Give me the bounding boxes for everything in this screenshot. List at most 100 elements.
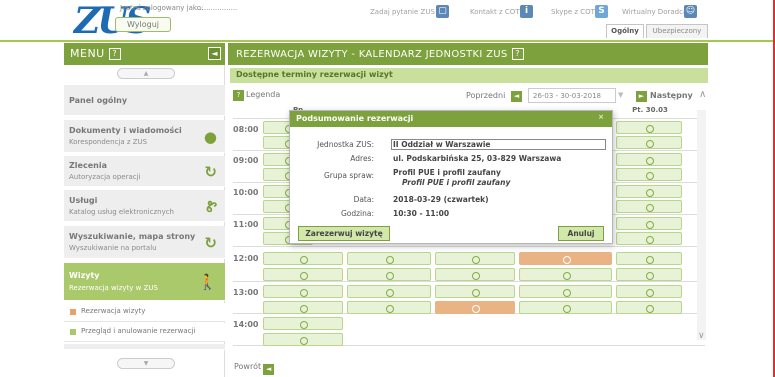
collapse-menu-button[interactable]: ◄ <box>208 47 221 60</box>
info-icon[interactable]: i <box>520 5 533 18</box>
time-slot-booked[interactable] <box>435 301 515 314</box>
dialog-title: Podsumowanie rezerwacji <box>296 114 414 123</box>
contact-cot-link[interactable]: Kontakt z COT <box>470 8 520 16</box>
sidebar-item-sublabel: Korespondencja z ZUS <box>69 138 148 146</box>
reserve-visit-button[interactable]: Zarezerwuj wizytę <box>298 226 390 241</box>
time-slot[interactable] <box>616 136 682 149</box>
ask-question-link[interactable]: Zadaj pytanie ZUS <box>370 8 435 16</box>
sidebar-item-general-panel[interactable]: Panel ogólny <box>64 85 225 116</box>
date-range-select[interactable]: 26-03 - 30-03-2018 <box>528 88 616 103</box>
sidebar-item-documents[interactable]: Dokumenty i wiadomości Korespondencja z … <box>64 120 225 153</box>
time-slot[interactable] <box>435 285 515 298</box>
time-slot[interactable] <box>519 285 612 298</box>
time-slot[interactable] <box>616 268 682 281</box>
date-label: Data: <box>353 195 374 204</box>
main-header: REZERWACJA WIZYTY - KALENDARZ JEDNOSTKI … <box>228 43 708 65</box>
time-slot[interactable] <box>616 217 682 230</box>
scroll-down-icon[interactable]: ∨ <box>698 331 705 341</box>
time-slot[interactable] <box>347 268 431 281</box>
back-label: Powrót <box>234 362 262 371</box>
time-slot[interactable] <box>616 285 682 298</box>
next-arrow-button[interactable]: ► <box>636 91 647 102</box>
time-label: 08:00 <box>233 125 259 134</box>
login-user-name: ................... <box>195 4 238 12</box>
back-link[interactable]: Powrót ◄ <box>234 362 275 375</box>
chevron-down-icon[interactable]: ▼ <box>618 91 623 99</box>
time-slot[interactable] <box>616 301 682 314</box>
sidebar-subitem-label: Rezerwacja wizyty <box>81 307 146 315</box>
legend-label: Legenda <box>246 90 281 99</box>
bullet-icon <box>70 329 76 335</box>
grid-line <box>233 246 705 247</box>
menu-header: MENU? ◄ <box>64 43 225 65</box>
time-slot[interactable] <box>263 285 343 298</box>
time-slot[interactable] <box>616 200 682 213</box>
previous-week-label[interactable]: Poprzedni <box>466 91 505 100</box>
time-slot[interactable] <box>519 301 612 314</box>
time-slot[interactable] <box>616 252 682 265</box>
refresh-icon: ↻ <box>204 163 217 181</box>
person-icon[interactable]: ☺ <box>684 5 697 18</box>
time-slot[interactable] <box>519 268 612 281</box>
time-label: 10:00 <box>233 188 259 197</box>
dialog-header: Podsumowanie rezerwacji × <box>290 111 612 127</box>
time-slot[interactable] <box>616 153 682 166</box>
network-icon: Ꮡ <box>206 198 217 216</box>
time-slot[interactable] <box>263 252 343 265</box>
time-slot[interactable] <box>347 285 431 298</box>
address-value: ul. Podskarbińska 25, 03-829 Warszawa <box>393 154 562 163</box>
time-slot[interactable] <box>616 232 682 245</box>
time-slot[interactable] <box>347 301 431 314</box>
menu-scroll-up-button[interactable]: ▲ <box>117 68 175 79</box>
section-subheader: Dostępne terminy rezerwacji wizyt <box>230 68 708 83</box>
sidebar-item-search[interactable]: Wyszukiwanie, mapa strony Wyszukiwanie n… <box>64 226 225 259</box>
time-slot[interactable] <box>263 301 343 314</box>
skype-cot-link[interactable]: Skype z COT <box>551 8 595 16</box>
skype-icon[interactable]: S <box>595 5 608 18</box>
sidebar-subitem-review-cancel[interactable]: Przegląd i anulowanie rezerwacji <box>64 323 225 342</box>
next-week-label[interactable]: Następny <box>650 91 693 100</box>
time-slot[interactable] <box>616 168 682 181</box>
unit-label: Jednostka ZUS: <box>317 140 374 149</box>
previous-arrow-button[interactable]: ◄ <box>511 91 522 102</box>
time-label: Godzina: <box>340 209 374 218</box>
legend-link[interactable]: ? Legenda <box>233 90 280 101</box>
time-slot[interactable] <box>263 333 343 346</box>
time-slot-booked[interactable] <box>519 252 612 265</box>
tab-insured[interactable]: Ubezpieczony <box>646 24 708 38</box>
sidebar-item-sublabel: Katalog usług elektronicznych <box>69 208 174 216</box>
time-value: 10:30 - 11:00 <box>393 209 450 218</box>
cancel-button[interactable]: Anuluj <box>558 226 604 241</box>
help-icon[interactable]: ? <box>108 48 121 60</box>
refresh-icon: ↻ <box>204 234 217 252</box>
scroll-up-icon[interactable]: ∧ <box>699 89 706 100</box>
sidebar-item-label: Panel ogólny <box>69 96 128 105</box>
virtual-advisor-link[interactable]: Wirtualny Doradca <box>622 8 687 16</box>
time-slot[interactable] <box>616 121 682 134</box>
sidebar-item-services[interactable]: Usługi Katalog usług elektronicznych Ꮡ <box>64 190 225 222</box>
question-icon: ? <box>233 90 244 101</box>
time-slot[interactable] <box>263 268 343 281</box>
logout-button[interactable]: Wyloguj <box>115 17 171 32</box>
sidebar-item-sublabel: Rezerwacja wizyty w ZUS <box>69 284 158 292</box>
time-slot[interactable] <box>347 252 431 265</box>
question-icon[interactable]: ▢ <box>436 5 449 18</box>
sidebar-subitem-reservation[interactable]: Rezerwacja wizyty <box>64 303 225 322</box>
date-value: 2018-03-29 (czwartek) <box>393 195 489 204</box>
sidebar-item-visits[interactable]: Wizyty Rezerwacja wizyty w ZUS 🚶 <box>64 263 225 301</box>
tab-general[interactable]: Ogólny <box>606 24 644 38</box>
sidebar-item-orders[interactable]: Zlecenia Autoryzacja operacji ↻ <box>64 156 225 187</box>
header-divider <box>0 40 775 42</box>
time-slot[interactable] <box>435 268 515 281</box>
help-icon[interactable]: ? <box>511 48 524 60</box>
time-slot[interactable] <box>435 252 515 265</box>
close-icon[interactable]: × <box>598 113 604 121</box>
sidebar-subitem-label: Przegląd i anulowanie rezerwacji <box>81 327 196 335</box>
time-slot[interactable] <box>616 185 682 198</box>
time-slot[interactable] <box>263 317 343 330</box>
calendar-scrollbar[interactable] <box>697 110 706 340</box>
sidebar-item-sublabel: Wyszukiwanie na portalu <box>69 244 157 252</box>
menu-scroll-down-button[interactable]: ▼ <box>117 358 175 369</box>
unit-value: II Oddział w Warszawie <box>393 140 491 149</box>
sidebar-item-label: Wyszukiwanie, mapa strony <box>69 232 196 241</box>
